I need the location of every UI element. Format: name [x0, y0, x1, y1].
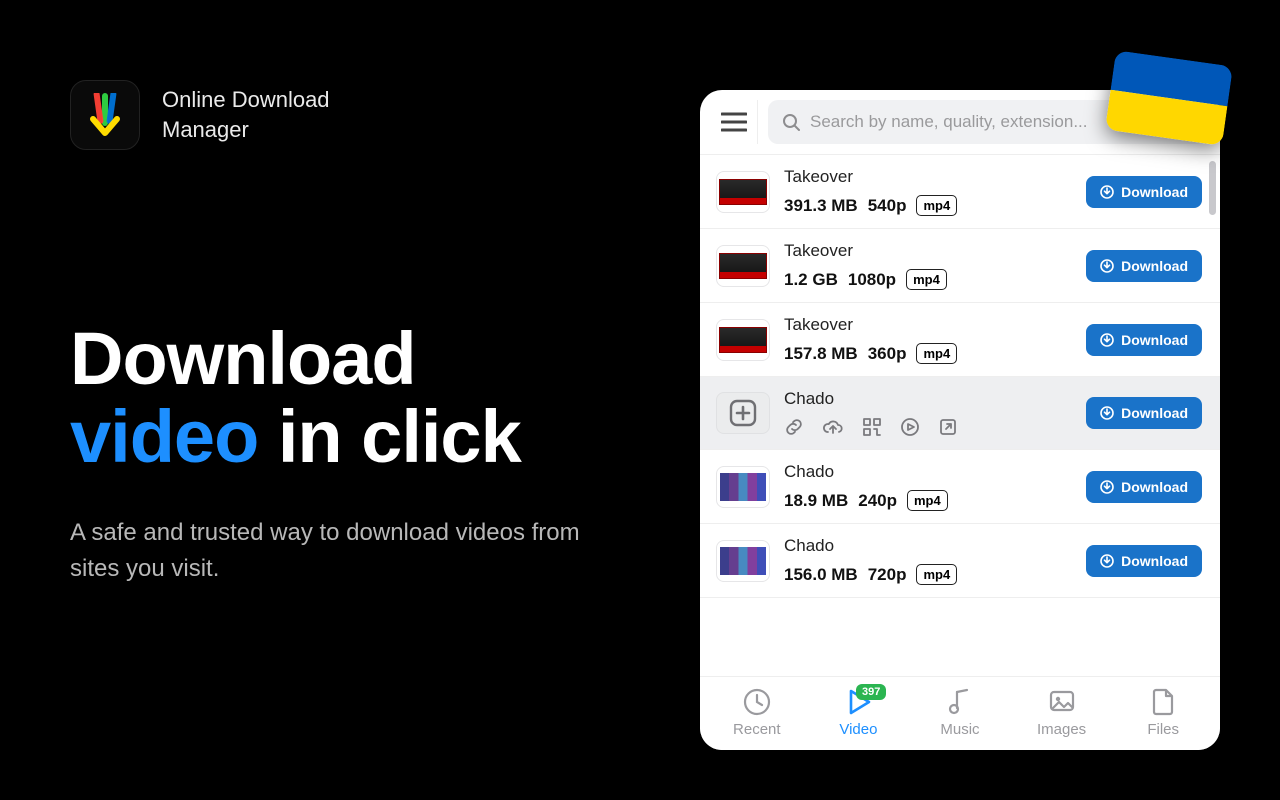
plus-square-icon — [729, 399, 757, 427]
download-button-label: Download — [1121, 332, 1188, 348]
video-count-badge: 397 — [856, 684, 886, 700]
nav-files[interactable]: Files — [1117, 687, 1209, 738]
download-button-label: Download — [1121, 479, 1188, 495]
list-item[interactable]: Chado 18.9 MB 240p mp4 Download — [700, 450, 1220, 524]
nav-label: Files — [1147, 721, 1179, 738]
app-panel: Takeover 391.3 MB 540p mp4 Download Takeover 1… — [700, 90, 1220, 750]
item-meta: 156.0 MB 720p mp4 — [784, 564, 1072, 585]
item-title: Chado — [784, 462, 1072, 482]
headline: Download video in click — [70, 320, 630, 475]
thumbnail — [716, 392, 770, 434]
bottom-nav: Recent 397 Video Music Images — [700, 676, 1220, 750]
nav-label: Images — [1037, 721, 1086, 738]
row-content: Chado 156.0 MB 720p mp4 — [784, 536, 1072, 585]
open-external-icon[interactable] — [938, 417, 958, 437]
brand-name: Online Download Manager — [162, 85, 330, 144]
download-button-label: Download — [1121, 553, 1188, 569]
item-extension: mp4 — [906, 269, 947, 290]
nav-video[interactable]: 397 Video — [812, 687, 904, 738]
row-content: Chado — [784, 389, 1072, 437]
item-action-icons — [784, 417, 1072, 437]
image-icon — [1047, 687, 1077, 717]
link-icon[interactable] — [784, 417, 804, 437]
cloud-upload-icon[interactable] — [822, 417, 844, 437]
row-content: Takeover 391.3 MB 540p mp4 — [784, 167, 1072, 216]
scrollbar-thumb[interactable] — [1209, 161, 1216, 215]
list-item[interactable]: Chado 156.0 MB 720p mp4 Download — [700, 524, 1220, 598]
menu-button[interactable] — [710, 100, 758, 144]
thumbnail — [716, 319, 770, 361]
item-size: 1.2 GB — [784, 270, 838, 290]
download-button[interactable]: Download — [1086, 176, 1202, 208]
search-icon — [782, 113, 800, 131]
file-icon — [1148, 687, 1178, 717]
play-circle-icon[interactable] — [900, 417, 920, 437]
item-size: 391.3 MB — [784, 196, 858, 216]
item-quality: 240p — [858, 491, 897, 511]
row-content: Chado 18.9 MB 240p mp4 — [784, 462, 1072, 511]
item-meta: 157.8 MB 360p mp4 — [784, 343, 1072, 364]
thumbnail — [716, 466, 770, 508]
qr-icon[interactable] — [862, 417, 882, 437]
ukraine-flag-badge — [1105, 50, 1233, 146]
list-item[interactable]: Chado Download — [700, 377, 1220, 450]
item-quality: 360p — [868, 344, 907, 364]
download-button[interactable]: Download — [1086, 397, 1202, 429]
thumbnail — [716, 245, 770, 287]
thumbnail — [716, 540, 770, 582]
list-item[interactable]: Takeover 391.3 MB 540p mp4 Download — [700, 155, 1220, 229]
list-item[interactable]: Takeover 1.2 GB 1080p mp4 Download — [700, 229, 1220, 303]
item-extension: mp4 — [916, 195, 957, 216]
download-button[interactable]: Download — [1086, 324, 1202, 356]
subheadline: A safe and trusted way to download video… — [70, 515, 630, 587]
thumbnail — [716, 171, 770, 213]
download-icon — [1100, 554, 1114, 568]
item-meta: 391.3 MB 540p mp4 — [784, 195, 1072, 216]
item-extension: mp4 — [916, 564, 957, 585]
download-icon — [1100, 406, 1114, 420]
download-icon — [1100, 333, 1114, 347]
nav-music[interactable]: Music — [914, 687, 1006, 738]
download-button[interactable]: Download — [1086, 250, 1202, 282]
item-title: Chado — [784, 536, 1072, 556]
list-item[interactable]: Takeover 157.8 MB 360p mp4 Download — [700, 303, 1220, 377]
row-content: Takeover 157.8 MB 360p mp4 — [784, 315, 1072, 364]
nav-label: Music — [940, 721, 979, 738]
download-button-label: Download — [1121, 258, 1188, 274]
download-icon — [1100, 185, 1114, 199]
nav-images[interactable]: Images — [1016, 687, 1108, 738]
brand: Online Download Manager — [70, 80, 630, 150]
item-meta: 18.9 MB 240p mp4 — [784, 490, 1072, 511]
nav-label: Video — [839, 721, 877, 738]
item-size: 156.0 MB — [784, 565, 858, 585]
row-content: Takeover 1.2 GB 1080p mp4 — [784, 241, 1072, 290]
item-extension: mp4 — [916, 343, 957, 364]
item-meta: 1.2 GB 1080p mp4 — [784, 269, 1072, 290]
item-size: 157.8 MB — [784, 344, 858, 364]
item-extension: mp4 — [907, 490, 948, 511]
download-button[interactable]: Download — [1086, 471, 1202, 503]
item-quality: 540p — [868, 196, 907, 216]
marketing-pane: Online Download Manager Download video i… — [70, 80, 630, 587]
app-icon — [70, 80, 140, 150]
download-button-label: Download — [1121, 184, 1188, 200]
hamburger-icon — [721, 112, 747, 132]
download-icon — [1100, 259, 1114, 273]
music-note-icon — [945, 687, 975, 717]
video-list: Takeover 391.3 MB 540p mp4 Download Takeover 1… — [700, 155, 1220, 676]
download-button[interactable]: Download — [1086, 545, 1202, 577]
download-icon — [1100, 480, 1114, 494]
download-button-label: Download — [1121, 405, 1188, 421]
clock-icon — [742, 687, 772, 717]
item-quality: 1080p — [848, 270, 896, 290]
nav-recent[interactable]: Recent — [711, 687, 803, 738]
item-title: Takeover — [784, 315, 1072, 335]
item-title: Takeover — [784, 167, 1072, 187]
nav-label: Recent — [733, 721, 781, 738]
item-size: 18.9 MB — [784, 491, 848, 511]
item-quality: 720p — [868, 565, 907, 585]
item-title: Chado — [784, 389, 1072, 409]
item-title: Takeover — [784, 241, 1072, 261]
